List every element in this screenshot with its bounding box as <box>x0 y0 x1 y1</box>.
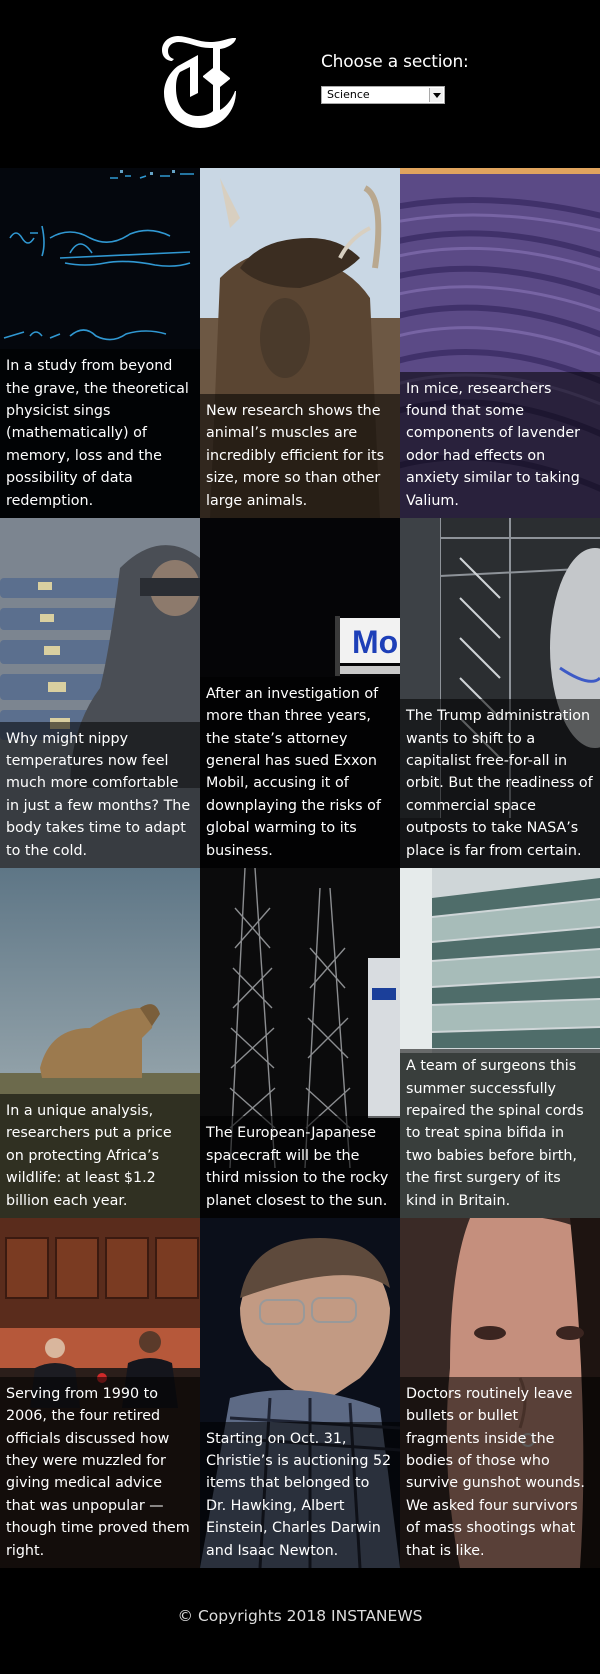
article-tile[interactable]: In a unique analysis, researchers put a … <box>0 868 200 1218</box>
article-abstract: New research shows the animal’s muscles … <box>200 393 400 518</box>
article-abstract: The European-Japanese spacecraft will be… <box>200 1116 400 1218</box>
site-header: Choose a section: Science <box>0 0 600 168</box>
article-abstract: A team of surgeons this summer successfu… <box>400 1049 600 1218</box>
article-abstract: In mice, researchers found that some com… <box>400 371 600 518</box>
article-abstract: Serving from 1990 to 2006, the four reti… <box>0 1376 200 1568</box>
article-tile[interactable]: The Trump administration wants to shift … <box>400 518 600 868</box>
site-footer: © Copyrights 2018 INSTANEWS <box>0 1573 600 1674</box>
section-select[interactable]: Science <box>321 86 445 104</box>
sign-text: Mo <box>352 624 398 660</box>
article-abstract: In a unique analysis, researchers put a … <box>0 1093 200 1218</box>
article-abstract: The Trump administration wants to shift … <box>400 699 600 868</box>
article-tile[interactable]: A team of surgeons this summer successfu… <box>400 868 600 1218</box>
article-abstract: Why might nippy temperatures now feel mu… <box>0 721 200 868</box>
article-tile[interactable]: Doctors routinely leave bullets or bulle… <box>400 1218 600 1568</box>
article-tile[interactable]: New research shows the animal’s muscles … <box>200 168 400 518</box>
chooser-label: Choose a section: <box>321 52 469 72</box>
article-tile[interactable]: Why might nippy temperatures now feel mu… <box>0 518 200 868</box>
article-tile[interactable]: In a study from beyond the grave, the th… <box>0 168 200 518</box>
article-abstract: Starting on Oct. 31, Christie’s is aucti… <box>200 1421 400 1568</box>
article-abstract: After an investigation of more than thre… <box>200 676 400 868</box>
nyt-t-logo-icon[interactable] <box>160 32 242 132</box>
chevron-down-icon[interactable] <box>429 88 443 102</box>
section-chooser: Choose a section: Science <box>321 52 469 104</box>
article-tile[interactable]: Mo After an investigation of more than t… <box>200 518 400 868</box>
article-tile[interactable]: Starting on Oct. 31, Christie’s is aucti… <box>200 1218 400 1568</box>
article-tile[interactable]: The European-Japanese spacecraft will be… <box>200 868 400 1218</box>
article-tile[interactable]: In mice, researchers found that some com… <box>400 168 600 518</box>
article-tile[interactable]: Serving from 1990 to 2006, the four reti… <box>0 1218 200 1568</box>
article-abstract: Doctors routinely leave bullets or bulle… <box>400 1376 600 1568</box>
copyright-text: © Copyrights 2018 INSTANEWS <box>177 1607 423 1625</box>
section-select-value: Science <box>327 88 370 101</box>
article-abstract: In a study from beyond the grave, the th… <box>0 349 200 518</box>
